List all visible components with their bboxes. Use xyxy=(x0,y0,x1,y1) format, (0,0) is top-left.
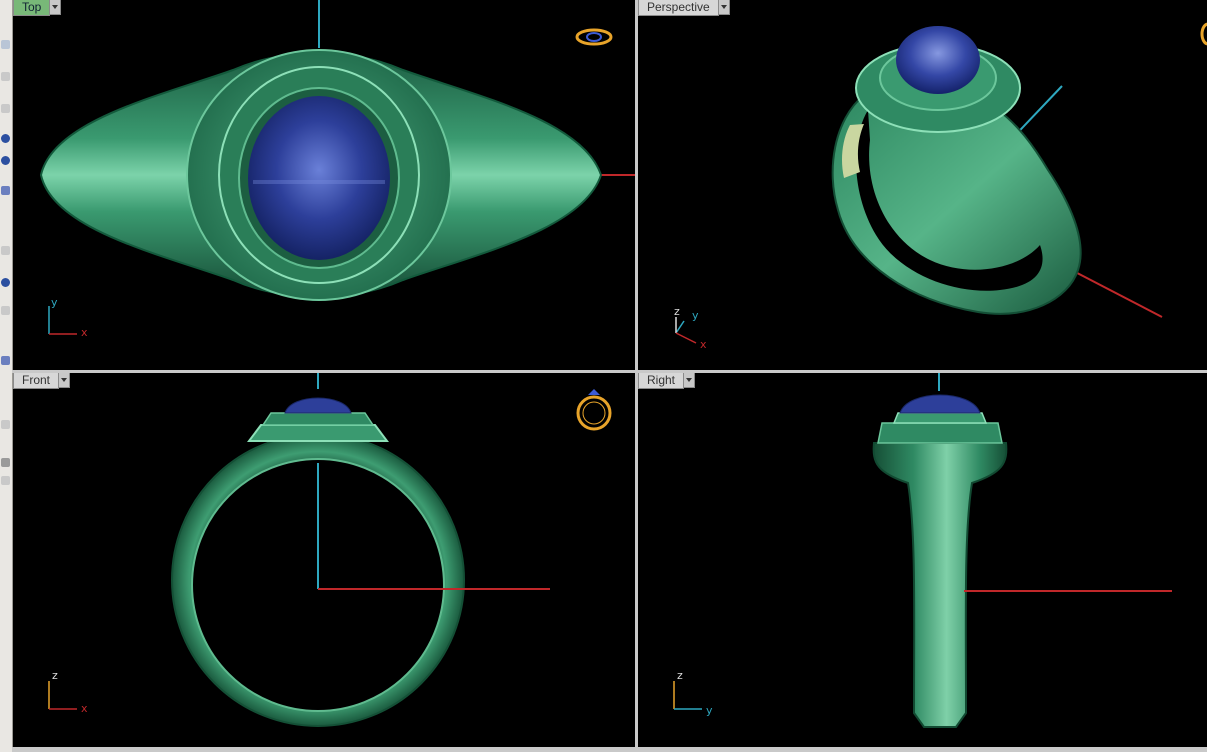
tool-button[interactable] xyxy=(1,306,10,315)
point-tool-icon[interactable] xyxy=(1,278,10,287)
axis-label-y: y xyxy=(51,296,58,309)
tool-button[interactable] xyxy=(1,104,10,113)
viewport-title-front[interactable]: Front xyxy=(13,373,71,389)
axis-label-x: x xyxy=(700,338,707,351)
tool-button[interactable] xyxy=(1,420,10,429)
viewport-splitter-horizontal[interactable] xyxy=(12,370,1207,373)
bezel xyxy=(247,424,389,442)
viewport-label[interactable]: Top xyxy=(13,0,51,16)
viewport-right[interactable]: Right z y xyxy=(638,373,1207,747)
gemstone xyxy=(899,394,981,414)
axis-gizmo-top: y x xyxy=(48,296,88,339)
axis-label-y: y xyxy=(692,309,699,322)
dropdown-arrow-icon[interactable] xyxy=(59,373,71,388)
gemstone xyxy=(896,26,980,94)
tool-button[interactable] xyxy=(1,458,10,467)
viewport-label[interactable]: Right xyxy=(638,373,685,389)
axis-label-x: x xyxy=(81,326,88,339)
gemstone xyxy=(284,397,352,414)
axis-gizmo-right: z y xyxy=(673,669,713,717)
bezel xyxy=(877,422,1003,444)
bottom-edge xyxy=(12,747,1207,752)
viewport-title-top[interactable]: Top xyxy=(13,0,62,16)
tool-button[interactable] xyxy=(1,186,10,195)
viewport-perspective[interactable]: Perspective z y x xyxy=(638,0,1207,370)
gemstone xyxy=(248,96,390,260)
ring-top-render: y x xyxy=(39,0,635,339)
tool-button[interactable] xyxy=(1,246,10,255)
viewport-front[interactable]: Front z x xyxy=(13,373,635,747)
tool-button[interactable] xyxy=(1,476,10,485)
ring-perspective-icon xyxy=(1200,22,1207,46)
axis-label-z: z xyxy=(674,305,680,318)
tool-button[interactable] xyxy=(1,40,10,49)
dropdown-arrow-icon[interactable] xyxy=(684,373,696,388)
sphere-tool-icon[interactable] xyxy=(1,134,10,143)
viewport-label[interactable]: Perspective xyxy=(638,0,719,16)
ring-top-view-icon xyxy=(575,28,613,46)
viewport-label[interactable]: Front xyxy=(13,373,60,389)
axis-gizmo-front: z x xyxy=(48,669,88,715)
axis-gizmo-perspective: z y x xyxy=(674,305,707,351)
axis-label-z: z xyxy=(52,669,58,682)
axis-label-x: x xyxy=(81,702,88,715)
ring-front-view-icon xyxy=(576,389,612,431)
ring-perspective-render: z y x xyxy=(674,22,1207,351)
ring-right-render: z y xyxy=(673,373,1172,728)
tool-button[interactable] xyxy=(1,356,10,365)
viewport-title-right[interactable]: Right xyxy=(638,373,696,389)
ring-shank-side xyxy=(872,442,1008,728)
dropdown-arrow-icon[interactable] xyxy=(718,0,730,15)
axis-label-y: y xyxy=(706,704,713,717)
sphere-tool-icon[interactable] xyxy=(1,156,10,165)
ring-front-render: z x xyxy=(48,373,612,727)
left-toolbar xyxy=(0,0,13,752)
dropdown-arrow-icon[interactable] xyxy=(50,0,62,15)
viewport-title-perspective[interactable]: Perspective xyxy=(638,0,730,16)
tool-button[interactable] xyxy=(1,72,10,81)
axis-label-z: z xyxy=(677,669,683,682)
viewport-top[interactable]: Top y x xyxy=(13,0,635,370)
